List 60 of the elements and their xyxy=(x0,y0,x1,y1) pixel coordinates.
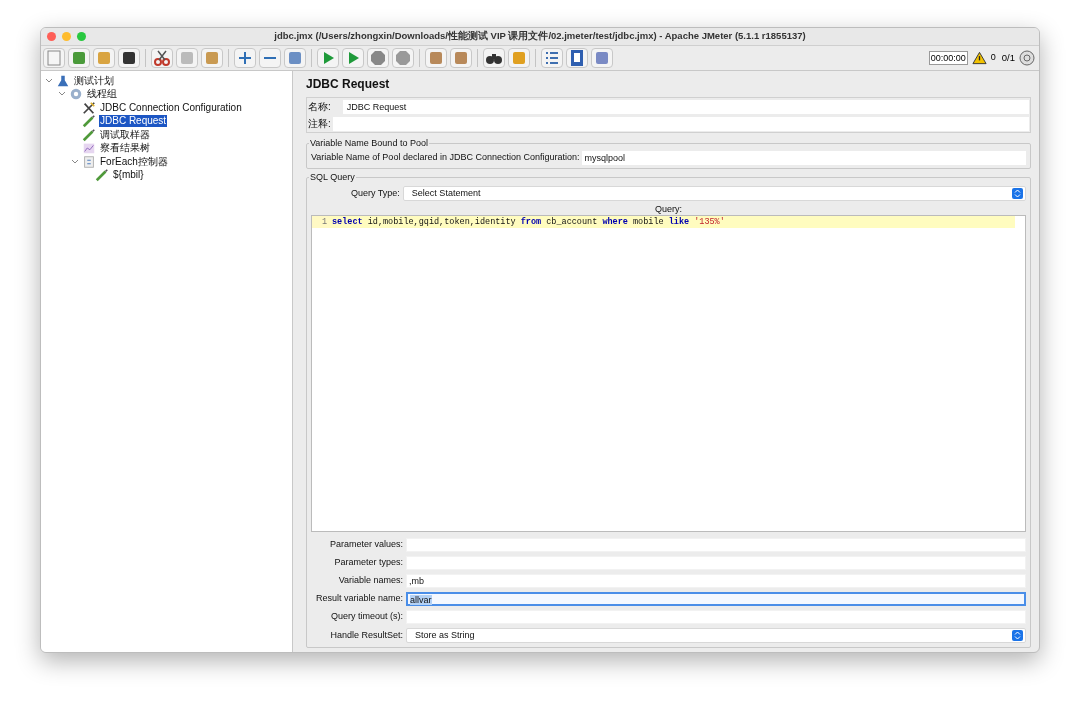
field-label: Result variable name: xyxy=(314,592,403,606)
query-label: Query: xyxy=(654,204,683,215)
minus-icon[interactable] xyxy=(259,48,281,68)
chart-icon xyxy=(83,143,95,154)
tree-item[interactable]: JDBC Request xyxy=(99,115,168,128)
play-no-pause-icon[interactable] xyxy=(342,48,364,68)
panel-title: JDBC Request xyxy=(306,77,391,91)
pipette-icon xyxy=(82,128,96,141)
tree-item[interactable]: ForEach控制器 xyxy=(99,155,169,168)
chevron-icon[interactable] xyxy=(71,157,79,166)
chevron-icon[interactable] xyxy=(45,76,53,85)
warning-icon xyxy=(971,51,987,65)
group-title: Variable Name Bound to Pool xyxy=(309,137,429,150)
window-title: jdbc.jmx (/Users/zhongxin/Downloads/性能测试 VIP 课用文件/02.jmeter/test/jdbc.jmx) - Apache JMeter (5.1.1 r1855137) xyxy=(274,29,806,44)
elapsed-time: 00:00:00 xyxy=(928,51,968,65)
field-label: Variable names: xyxy=(337,574,403,588)
pool-name-field[interactable]: mysqlpool xyxy=(582,150,1026,165)
input-field[interactable]: ,mb xyxy=(406,574,1026,588)
pipette-icon xyxy=(95,169,109,182)
play-icon[interactable] xyxy=(317,48,339,68)
help-icon[interactable] xyxy=(566,48,588,68)
list-icon[interactable] xyxy=(541,48,563,68)
tree-item[interactable]: 测试计划 xyxy=(73,74,115,87)
maximize-button[interactable] xyxy=(77,32,86,41)
stop-icon[interactable] xyxy=(367,48,389,68)
pipette-icon xyxy=(82,115,96,128)
tree-item[interactable]: 调试取样器 xyxy=(99,128,151,141)
result-set-select[interactable]: Store as String xyxy=(406,628,1026,643)
tree-item[interactable]: 察看结果树 xyxy=(99,142,151,155)
field-label: 名称: xyxy=(308,100,331,114)
controller-icon xyxy=(84,156,94,168)
field-label: Parameter types: xyxy=(333,556,403,570)
warning-count: 0 xyxy=(990,51,996,65)
line-number: 1 xyxy=(312,216,330,228)
select-arrows-icon xyxy=(1012,188,1023,199)
new-file-icon[interactable] xyxy=(43,48,65,68)
query-type-select[interactable]: Select Statement xyxy=(402,186,1026,201)
close-button[interactable] xyxy=(47,32,56,41)
flask-icon xyxy=(57,75,69,86)
plus-icon[interactable] xyxy=(234,48,256,68)
group-title: SQL Query xyxy=(309,170,356,184)
tree-item[interactable]: JDBC Connection Configuration xyxy=(99,101,243,114)
thread-count: 0/1 xyxy=(1001,50,1015,65)
field-label: Variable Name of Pool declared in JDBC Connection Configuration: xyxy=(311,150,580,164)
cut-icon[interactable] xyxy=(151,48,173,68)
tree-item[interactable]: 线程组 xyxy=(86,88,118,101)
field-label: 注释: xyxy=(308,117,331,131)
field-label: Parameter values: xyxy=(328,538,403,552)
shutdown-icon[interactable] xyxy=(392,48,414,68)
name-field[interactable]: JDBC Request xyxy=(342,99,1029,114)
comment-field[interactable] xyxy=(332,116,1029,131)
query-editor[interactable]: 1 select id,mobile,gqid,token,identity from cb_account where mobile like '135%' xyxy=(311,215,1026,532)
field-label: Query timeout (s): xyxy=(329,610,403,624)
select-arrows-icon xyxy=(1012,630,1023,641)
wrench-icon xyxy=(82,101,96,114)
field-label: Query Type: xyxy=(351,186,400,200)
input-field[interactable]: allvar xyxy=(406,592,1026,606)
binoculars-icon[interactable] xyxy=(483,48,505,68)
tree-item[interactable]: ${mbil} xyxy=(112,169,145,182)
field-label: Handle ResultSet: xyxy=(329,628,403,642)
